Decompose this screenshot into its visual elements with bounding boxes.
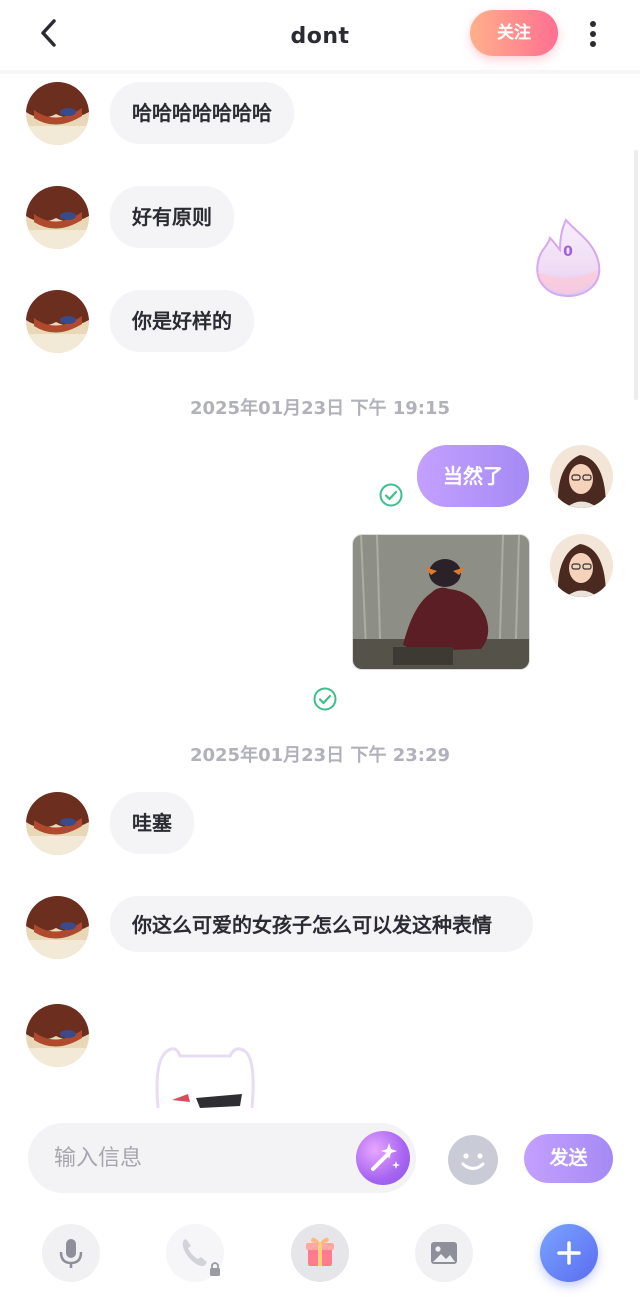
message-bubble-incoming[interactable]: 哈哈哈哈哈哈哈 (110, 82, 294, 144)
message-input-container (28, 1123, 416, 1193)
message-bubble-outgoing[interactable]: 当然了 (417, 445, 529, 507)
plus-icon (557, 1241, 581, 1265)
contact-avatar[interactable] (26, 792, 89, 855)
message-timestamp: 2025年01月23日 下午 19:15 (189, 398, 451, 419)
photo-button[interactable] (415, 1224, 473, 1282)
intimacy-flame-badge[interactable]: 0 (532, 216, 604, 300)
voice-button[interactable] (42, 1224, 100, 1282)
message-bubble-incoming[interactable]: 你这么可爱的女孩子怎么可以发这种表情 (110, 896, 533, 952)
message-timestamp: 2025年01月23日 下午 23:29 (189, 745, 451, 766)
more-tools-button[interactable] (540, 1224, 598, 1282)
message-input[interactable] (54, 1123, 354, 1193)
contact-avatar[interactable] (26, 290, 89, 353)
my-avatar[interactable] (550, 445, 613, 508)
contact-avatar[interactable] (26, 82, 89, 145)
mic-icon (59, 1239, 83, 1268)
contact-avatar[interactable] (26, 1004, 89, 1067)
phone-locked-icon (182, 1239, 220, 1276)
magic-wand-button[interactable] (356, 1131, 410, 1185)
sticker-image[interactable] (150, 1042, 260, 1108)
emoji-button[interactable] (448, 1135, 498, 1185)
message-bubble-incoming[interactable]: 好有原则 (110, 186, 234, 248)
voice-call-button[interactable] (166, 1224, 224, 1282)
message-bubble-incoming[interactable]: 你是好样的 (110, 290, 254, 352)
more-options-icon[interactable] (580, 18, 606, 50)
contact-avatar[interactable] (26, 186, 89, 249)
my-avatar[interactable] (550, 534, 613, 597)
smiley-icon (461, 1153, 485, 1170)
follow-button[interactable]: 关注 (470, 10, 558, 56)
image-message[interactable] (352, 534, 530, 670)
gift-button[interactable] (291, 1224, 349, 1282)
magic-wand-icon (371, 1143, 400, 1171)
flame-count: 0 (563, 244, 573, 260)
scrollbar[interactable] (634, 150, 638, 400)
read-check-icon (313, 687, 337, 711)
message-bubble-incoming[interactable]: 哇塞 (110, 792, 194, 854)
chat-header: dont 关注 (0, 0, 640, 74)
image-icon (431, 1242, 457, 1264)
send-button[interactable]: 发送 (524, 1134, 613, 1183)
contact-avatar[interactable] (26, 896, 89, 959)
read-check-icon (379, 483, 403, 507)
message-list[interactable]: 哈哈哈哈哈哈哈 好有原则 0 你是好样的 2025年01月23日 下午 19:1… (0, 78, 640, 1108)
gift-icon (306, 1237, 334, 1266)
